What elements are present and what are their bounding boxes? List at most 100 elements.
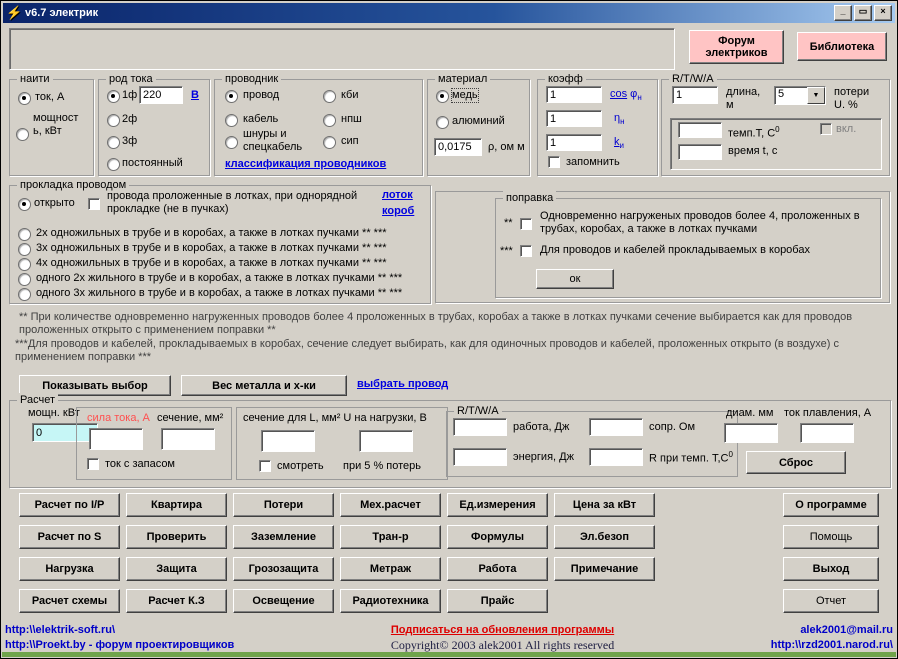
cable-radio[interactable] (225, 114, 238, 127)
voltage-input[interactable] (139, 86, 183, 104)
tray-checkbox[interactable] (88, 198, 100, 210)
u-load-input[interactable] (359, 430, 413, 452)
report-button[interactable]: Отчет (783, 589, 879, 613)
work-input[interactable] (453, 418, 507, 436)
ki-input[interactable] (546, 134, 602, 151)
load-button[interactable]: Нагрузка (19, 557, 120, 581)
resistivity-input[interactable] (434, 138, 482, 156)
formulas-button[interactable]: Формулы (447, 525, 548, 549)
price-list-button[interactable]: Прайс (447, 589, 548, 613)
phase2-radio[interactable] (107, 114, 120, 127)
cos-phi-input[interactable] (546, 86, 602, 103)
note-triple-star: ***Для проводов и кабелей, прокладываемы… (15, 338, 839, 363)
section-for-l-input[interactable] (261, 430, 315, 452)
site-link-elektrik-soft[interactable]: http:\\elektrik-soft.ru\ (5, 623, 234, 638)
footage-button[interactable]: Метраж (340, 557, 441, 581)
tray-link[interactable]: лоток (382, 189, 413, 202)
about-button[interactable]: О программе (783, 493, 879, 517)
grounding-button[interactable]: Заземление (233, 525, 334, 549)
subscribe-link[interactable]: Подписаться на обновления программы (391, 623, 614, 638)
duct-link[interactable]: короб (382, 205, 414, 218)
help-button[interactable]: Помощь (783, 525, 879, 549)
wire-radio[interactable] (225, 90, 238, 103)
sip-radio[interactable] (323, 136, 336, 149)
open-label: открыто (34, 197, 75, 209)
time-input[interactable] (678, 144, 722, 160)
melting-input[interactable] (800, 423, 854, 443)
library-button[interactable]: Библиотека (797, 32, 887, 61)
work-button[interactable]: Работа (447, 557, 548, 581)
radio-tech-button[interactable]: Радиотехника (340, 589, 441, 613)
calc-s-button[interactable]: Расчет по S (19, 525, 120, 549)
correction-item2-checkbox[interactable] (520, 245, 532, 257)
minimize-button[interactable]: _ (834, 5, 852, 21)
phase1-radio[interactable] (107, 90, 120, 103)
cords-radio[interactable] (225, 136, 238, 149)
calc-ip-button[interactable]: Расчет по I/P (19, 493, 120, 517)
protection-button[interactable]: Защита (126, 557, 227, 581)
verify-button[interactable]: Проверить (126, 525, 227, 549)
find-power-radio[interactable] (16, 128, 29, 141)
find-current-radio[interactable] (18, 92, 31, 105)
close-button[interactable]: × (874, 5, 892, 21)
remember-checkbox[interactable] (548, 156, 560, 168)
reserve-checkbox[interactable] (87, 458, 99, 470)
forum-button[interactable]: Форум электриков (689, 30, 784, 64)
open-radio[interactable] (18, 198, 31, 211)
correction-ok-button[interactable]: ок (536, 269, 614, 289)
r-temp-input[interactable] (589, 448, 643, 466)
email-link[interactable]: alek2001@mail.ru (771, 623, 893, 638)
npsh-radio[interactable] (323, 114, 336, 127)
laying-option-radio-5[interactable] (18, 288, 31, 301)
aluminum-radio[interactable] (436, 116, 449, 129)
voltage-link[interactable]: В (191, 89, 199, 102)
eta-label[interactable]: ηн (614, 112, 625, 128)
section-result-input[interactable] (161, 428, 215, 450)
current-result-input[interactable] (89, 428, 143, 450)
reset-button[interactable]: Сброс (746, 451, 846, 474)
eta-input[interactable] (546, 110, 602, 127)
loss-select[interactable]: 5 ▼ (774, 86, 826, 105)
losses-button[interactable]: Потери (233, 493, 334, 517)
maximize-button[interactable]: ▭ (854, 5, 872, 21)
classification-link[interactable]: классификация проводников (225, 158, 386, 171)
cos-phi-label[interactable]: cos φн (610, 88, 642, 104)
chevron-down-icon[interactable]: ▼ (807, 87, 825, 104)
resistance-input[interactable] (589, 418, 643, 436)
apartment-button[interactable]: Квартира (126, 493, 227, 517)
on-checkbox[interactable] (820, 123, 832, 135)
kbi-radio[interactable] (323, 90, 336, 103)
metal-weight-button[interactable]: Вес металла и х-ки (181, 375, 347, 396)
transformer-button[interactable]: Тран-р (340, 525, 441, 549)
choose-wire-link[interactable]: выбрать провод (357, 378, 448, 391)
exit-button[interactable]: Выход (783, 557, 879, 581)
correction-item1-marker: ** (504, 217, 513, 229)
laying-option-radio-2[interactable] (18, 243, 31, 256)
scheme-calc-button[interactable]: Расчет схемы (19, 589, 120, 613)
ki-label[interactable]: kи (614, 136, 624, 152)
units-button[interactable]: Ед.измерения (447, 493, 548, 517)
correction-item2-label: Для проводов и кабелей прокладываемых в … (540, 244, 810, 256)
length-input[interactable] (672, 86, 718, 104)
el-safety-button[interactable]: Эл.безоп (554, 525, 655, 549)
lightning-protection-button[interactable]: Грозозащита (233, 557, 334, 581)
laying-option-radio-3[interactable] (18, 258, 31, 271)
site-link-proekt-by[interactable]: http:\\Proekt.by - форум проектировщиков (5, 638, 234, 653)
correction-item1-checkbox[interactable] (520, 218, 532, 230)
remark-button[interactable]: Примечание (554, 557, 655, 581)
phase3-radio[interactable] (107, 136, 120, 149)
calc-rtwa-panel: R/T/W/A работа, Дж сопр. Ом энергия, Дж … (446, 404, 738, 477)
lighting-button[interactable]: Освещение (233, 589, 334, 613)
diameter-input[interactable] (724, 423, 778, 443)
temp-input[interactable] (678, 122, 722, 138)
short-circuit-button[interactable]: Расчет К.З (126, 589, 227, 613)
copper-radio[interactable] (436, 90, 449, 103)
laying-option-radio-1[interactable] (18, 228, 31, 241)
dc-radio[interactable] (107, 158, 120, 171)
energy-input[interactable] (453, 448, 507, 466)
watch-checkbox[interactable] (259, 460, 271, 472)
site-link-rzd2001[interactable]: http:\\rzd2001.narod.ru\ (771, 638, 893, 653)
laying-option-radio-4[interactable] (18, 273, 31, 286)
mech-calc-button[interactable]: Мех.расчет (340, 493, 441, 517)
price-per-kwt-button[interactable]: Цена за кВт (554, 493, 655, 517)
